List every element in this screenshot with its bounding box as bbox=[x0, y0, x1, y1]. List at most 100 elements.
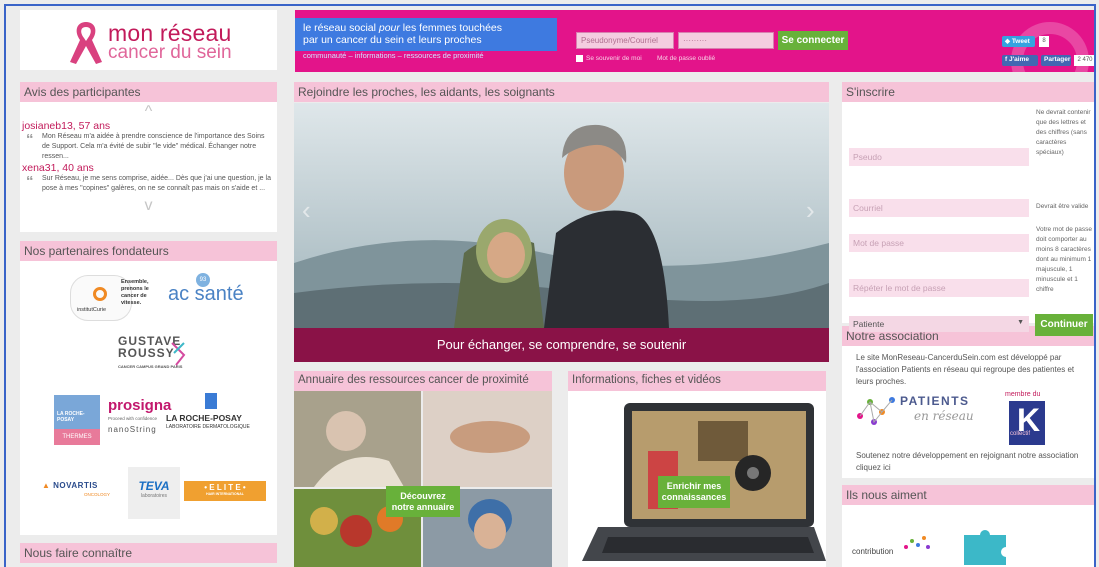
site-logo[interactable]: mon réseau cancer du sein bbox=[20, 10, 277, 70]
hero-caption: Pour échanger, se comprendre, se souteni… bbox=[294, 328, 829, 362]
chevron-down-icon[interactable]: v bbox=[20, 198, 277, 214]
collectif-label: collectif bbox=[1010, 431, 1031, 437]
email-input[interactable]: Courriel bbox=[849, 199, 1029, 217]
teva-logo[interactable]: TEVA laboratoires bbox=[128, 467, 180, 519]
elite-logo[interactable]: • E L I T E • HAIR INTERNATIONAL bbox=[184, 481, 266, 501]
partners-title: Nos partenaires fondateurs bbox=[20, 241, 277, 261]
email-hint: Devrait être valide bbox=[1036, 203, 1089, 210]
info-cta-line1: Enrichir mes bbox=[666, 481, 722, 491]
association-body: Le site MonReseau-CancerduSein.com est d… bbox=[842, 346, 1094, 478]
curie-slogan: Ensemble, prenons le cancer de vitesse. bbox=[121, 279, 149, 306]
lrp-thermes: THERMES bbox=[54, 429, 100, 445]
pseudo-hint: Ne devrait contenir que des lettres et d… bbox=[1036, 109, 1091, 156]
twitter-icon: ◆ bbox=[1005, 38, 1012, 45]
carousel-prev-icon[interactable]: ‹ bbox=[302, 195, 311, 226]
reviews-body: ^ josianeb13, 57 ans “ Mon Réseau m'a aid… bbox=[20, 102, 277, 232]
novartis-subtitle: ONCOLOGY bbox=[84, 492, 111, 497]
lrp-subtitle: LABORATOIRE DERMATOLOGIQUE bbox=[166, 424, 250, 430]
review-author[interactable]: xena31, 40 ans bbox=[20, 162, 277, 174]
dropdown-arrow-icon: ▼ bbox=[1017, 319, 1024, 326]
pink-ribbon-icon bbox=[70, 22, 102, 64]
continue-button[interactable]: Continuer bbox=[1035, 314, 1093, 336]
tweet-button[interactable]: ◆ Tweet bbox=[1002, 36, 1035, 47]
signup-section: S'inscrire Pseudo Ne devrait contenir qu… bbox=[842, 82, 1094, 336]
tagline-subline: communauté – informations – ressources d… bbox=[303, 51, 484, 60]
info-body[interactable]: Enrichir mes connaissances bbox=[568, 391, 826, 567]
login-button[interactable]: Se connecter bbox=[778, 31, 848, 50]
directory-cta-line2: notre annuaire bbox=[391, 502, 455, 512]
learn-more-button[interactable]: Enrichir mes connaissances bbox=[658, 476, 730, 508]
directory-collage[interactable]: Découvrez notre annuaire bbox=[294, 391, 552, 567]
directory-cta-line1: Découvrez bbox=[400, 491, 446, 501]
likes-title: Ils nous aiment bbox=[842, 485, 1094, 505]
header-bar: le réseau social pour les femmes touchée… bbox=[295, 10, 1094, 72]
promote-section: Nous faire connaître bbox=[20, 543, 277, 563]
discover-directory-button[interactable]: Découvrez notre annuaire bbox=[386, 486, 460, 517]
hero-carousel[interactable]: ‹ › bbox=[294, 103, 829, 328]
tweet-label: Tweet bbox=[1011, 38, 1030, 45]
role-select[interactable]: Patiente ▼ bbox=[849, 316, 1029, 332]
remember-label: Se souvenir de moi bbox=[586, 55, 642, 63]
la-roche-posay-logo[interactable]: LA ROCHE-POSAY bbox=[166, 413, 242, 423]
quote-icon: “ bbox=[26, 173, 34, 190]
lrp-icon bbox=[205, 393, 217, 409]
member-label: membre du bbox=[1005, 391, 1041, 398]
la-roche-posay-thermes-logo[interactable]: LA ROCHE-POSAY THERMES bbox=[54, 395, 100, 445]
password-input[interactable]: Mot de passe bbox=[849, 234, 1029, 252]
hero-title: Rejoindre les proches, les aidants, les … bbox=[294, 82, 829, 102]
directory-photos bbox=[294, 391, 552, 567]
novartis-name: NOVARTIS bbox=[53, 481, 98, 490]
prosigna-tagline: Proceed with confidence bbox=[108, 416, 158, 421]
pseudo-input[interactable]: Pseudo bbox=[849, 148, 1029, 166]
dots-logo-icon bbox=[904, 536, 930, 549]
facebook-like-button[interactable]: f J'aime bbox=[1002, 55, 1038, 66]
login-username-input[interactable]: Pseudonyme/Courriel bbox=[576, 32, 674, 49]
role-selected: Patiente bbox=[853, 319, 885, 329]
patients-en-reseau-logo[interactable]: PATIENTS en réseau bbox=[854, 392, 1004, 432]
likes-section: Ils nous aiment contribution bbox=[842, 485, 1094, 567]
acsante-logo[interactable]: ac santé bbox=[168, 283, 244, 306]
hero-section: Rejoindre les proches, les aidants, les … bbox=[294, 82, 829, 102]
quote-icon: “ bbox=[26, 131, 34, 148]
hero-photo bbox=[294, 103, 829, 328]
teva-name: TEVA bbox=[138, 479, 170, 493]
remember-checkbox[interactable] bbox=[576, 55, 583, 62]
gustave-roussy-mark-icon bbox=[171, 342, 186, 366]
patients-logo-line1: PATIENTS bbox=[900, 394, 970, 408]
collectif-logo[interactable]: K collectif bbox=[1009, 401, 1045, 445]
forgot-password-link[interactable]: Mot de passe oublié bbox=[657, 55, 715, 62]
login-password-input[interactable]: ········· bbox=[678, 32, 774, 49]
chevron-up-icon[interactable]: ^ bbox=[20, 104, 277, 120]
review-text: “ Mon Réseau m'a aidée à prendre conscien… bbox=[20, 132, 277, 162]
review-author[interactable]: josianeb13, 57 ans bbox=[20, 120, 277, 132]
review-text-content: Mon Réseau m'a aidée à prendre conscienc… bbox=[42, 133, 265, 160]
curie-name: institutCurie bbox=[77, 307, 107, 313]
info-title: Informations, fiches et vidéos bbox=[568, 371, 826, 391]
novartis-flame-icon: ▲ bbox=[42, 481, 54, 490]
lrp-box-label: LA ROCHE-POSAY bbox=[57, 411, 85, 423]
remember-me[interactable]: Se souvenir de moi bbox=[576, 55, 642, 62]
repeat-password-input[interactable]: Répéter le mot de passe bbox=[849, 279, 1029, 297]
patients-logo-line2: en réseau bbox=[914, 409, 974, 423]
info-cta-line2: connaissances bbox=[661, 492, 727, 502]
contribution-logo[interactable]: contribution bbox=[852, 547, 893, 556]
directory-title: Annuaire des ressources cancer de proxim… bbox=[294, 371, 552, 391]
tagline-line-2: par un cancer du sein et leurs proches bbox=[303, 34, 482, 46]
password-hint: Votre mot de passe doit comporter au moi… bbox=[1036, 226, 1093, 293]
puzzle-logo-icon[interactable] bbox=[960, 527, 1018, 565]
site-header: mon réseau cancer du sein le réseau soci… bbox=[6, 6, 1094, 72]
prosigna-logo[interactable]: prosigna bbox=[108, 397, 171, 414]
partners-body: institutCurie Ensemble, prenons le cance… bbox=[20, 261, 277, 535]
curie-circle-icon bbox=[93, 287, 107, 301]
carousel-next-icon[interactable]: › bbox=[806, 195, 815, 226]
nanostring-logo[interactable]: nanoString bbox=[108, 425, 157, 434]
tagline-emphasis: pour bbox=[378, 22, 400, 34]
novartis-logo[interactable]: ▲ NOVARTIS bbox=[42, 481, 98, 490]
elite-name: • E L I T E • bbox=[204, 483, 246, 492]
facebook-share-button[interactable]: Partager bbox=[1041, 55, 1071, 66]
elite-subtitle: HAIR INTERNATIONAL bbox=[206, 492, 244, 496]
tweet-count: 8 bbox=[1039, 36, 1049, 47]
support-link[interactable]: Soutenez notre développement en rejoigna… bbox=[846, 450, 1094, 474]
like-label: J'aime bbox=[1008, 56, 1029, 63]
review-text-content: Sur Réseau, je me sens comprise, aidée..… bbox=[42, 175, 271, 192]
